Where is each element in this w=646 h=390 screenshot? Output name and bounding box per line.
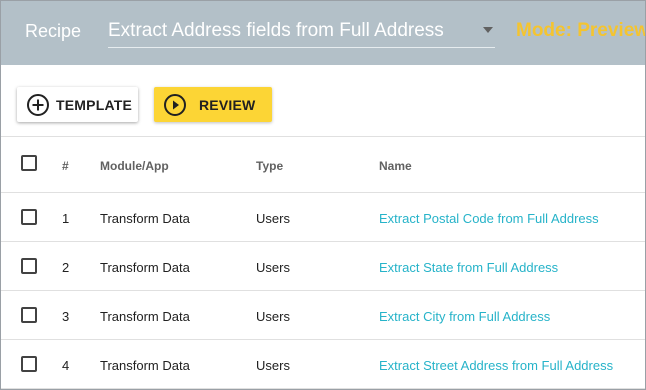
template-button-label: TEMPLATE <box>56 96 133 113</box>
row-checkbox[interactable] <box>21 209 37 225</box>
row-module: Transform Data <box>100 211 190 226</box>
row-number: 1 <box>62 211 70 226</box>
row-name-link[interactable]: Extract Postal Code from Full Address <box>379 211 599 226</box>
column-header-module: Module/App <box>100 159 169 173</box>
template-button[interactable]: TEMPLATE <box>17 87 138 122</box>
row-number: 3 <box>62 309 70 324</box>
table-row: 1 Transform Data Users Extract Postal Co… <box>1 193 645 242</box>
add-circle-icon <box>26 93 50 117</box>
mode-indicator: Mode: Preview <box>516 20 646 41</box>
row-number: 2 <box>62 260 70 275</box>
row-name-link[interactable]: Extract City from Full Address <box>379 309 550 324</box>
review-button-label: REVIEW <box>199 96 256 113</box>
caret-down-icon <box>483 27 493 33</box>
recipe-select[interactable]: Extract Address fields from Full Address <box>108 15 495 48</box>
column-header-type: Type <box>256 159 284 173</box>
recipe-label: Recipe <box>25 21 82 41</box>
row-module: Transform Data <box>100 309 190 324</box>
table-row: 4 Transform Data Users Extract Street Ad… <box>1 340 645 389</box>
play-circle-icon <box>163 93 187 117</box>
row-checkbox[interactable] <box>21 258 37 274</box>
table-row: 2 Transform Data Users Extract State fro… <box>1 242 645 291</box>
select-all-checkbox[interactable] <box>21 155 37 171</box>
table-header-row: # Module/App Type Name <box>1 137 645 193</box>
row-type: Users <box>256 358 290 373</box>
column-header-name: Name <box>379 159 412 173</box>
row-type: Users <box>256 309 290 324</box>
row-module: Transform Data <box>100 358 190 373</box>
row-name-link[interactable]: Extract State from Full Address <box>379 260 558 275</box>
row-checkbox[interactable] <box>21 356 37 372</box>
row-number: 4 <box>62 358 70 373</box>
header-bar: Recipe Extract Address fields from Full … <box>1 1 645 65</box>
row-module: Transform Data <box>100 260 190 275</box>
row-name-link[interactable]: Extract Street Address from Full Address <box>379 358 613 373</box>
row-checkbox[interactable] <box>21 307 37 323</box>
recipe-select-value: Extract Address fields from Full Address <box>108 20 444 41</box>
row-type: Users <box>256 260 290 275</box>
app-frame: Recipe Extract Address fields from Full … <box>0 0 646 390</box>
review-button[interactable]: REVIEW <box>154 87 272 122</box>
row-type: Users <box>256 211 290 226</box>
column-header-number: # <box>62 159 69 173</box>
table-row: 3 Transform Data Users Extract City from… <box>1 291 645 340</box>
